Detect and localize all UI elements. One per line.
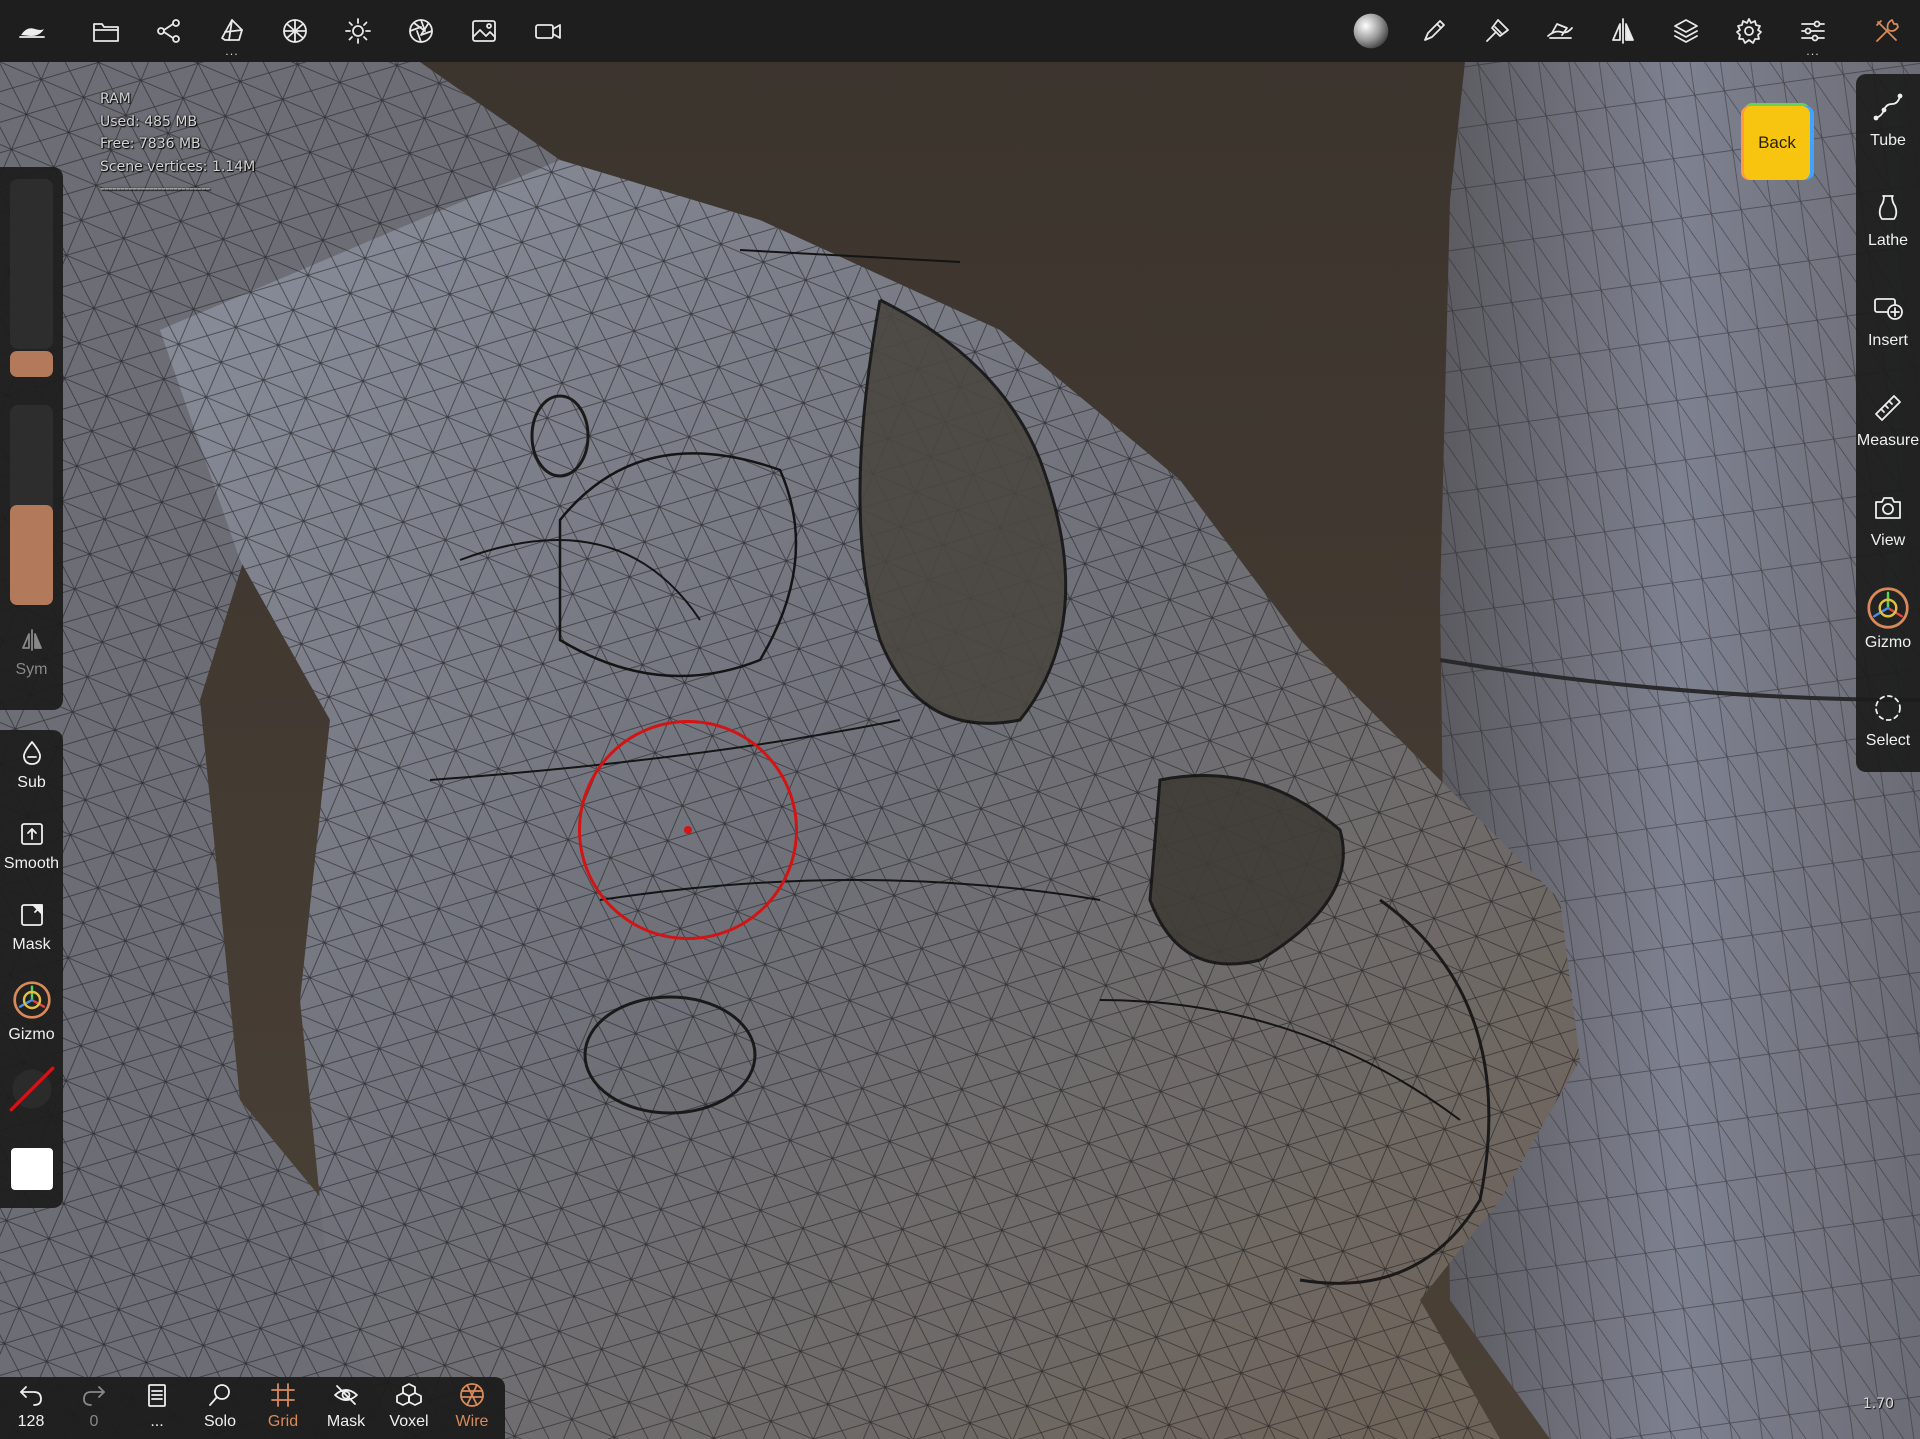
search-icon xyxy=(209,1384,230,1406)
radius-slider-handle[interactable] xyxy=(10,351,53,377)
zoom-readout: 1.70 xyxy=(1862,1396,1894,1412)
view-cube-label: Back xyxy=(1758,133,1796,152)
color-swatch-button[interactable] xyxy=(0,1140,63,1218)
wrench-tools-icon[interactable] xyxy=(1862,6,1912,56)
wire-button[interactable]: Wire xyxy=(441,1381,503,1439)
video-camera-icon[interactable] xyxy=(523,6,573,56)
scene-graph-icon[interactable] xyxy=(144,6,194,56)
mask-visibility-button[interactable]: Mask xyxy=(315,1381,377,1439)
tube-icon xyxy=(1873,93,1903,121)
insert-button[interactable]: Insert xyxy=(1856,274,1920,370)
view-label: View xyxy=(1870,532,1906,549)
ram-title: RAM xyxy=(100,91,131,107)
scene-vertices: Scene vertices: 1.14M xyxy=(100,158,256,175)
smooth-label: Smooth xyxy=(3,855,60,872)
voxel-button[interactable]: Voxel xyxy=(378,1381,440,1439)
camera-icon xyxy=(1875,497,1901,519)
matcap-sphere-icon[interactable] xyxy=(1346,6,1396,56)
top-toolbar: ... ... xyxy=(0,0,1920,62)
lathe-icon xyxy=(1878,195,1898,220)
3d-viewport[interactable] xyxy=(0,0,1920,1439)
more-label: ... xyxy=(150,1413,164,1430)
scene-stats-overlay: RAM Used: 485 MB Free: 7836 MB Scene ver… xyxy=(100,88,255,201)
gizmo-icon xyxy=(1867,587,1909,629)
folder-icon[interactable] xyxy=(81,6,131,56)
image-icon[interactable] xyxy=(459,6,509,56)
ram-free: Free: 7836 MB xyxy=(100,136,201,152)
undo-count: 128 xyxy=(17,1413,45,1430)
undo-button[interactable]: 128 xyxy=(0,1381,62,1439)
more-dots: ... xyxy=(1806,45,1820,58)
mask-visibility-label: Mask xyxy=(326,1413,366,1430)
solo-label: Solo xyxy=(203,1413,237,1430)
left-tool-panel: Sub Smooth Mask Gizmo xyxy=(0,730,63,1208)
gizmo-button[interactable]: Gizmo xyxy=(0,978,63,1056)
material-swatch-button[interactable] xyxy=(0,1066,63,1144)
tube-label: Tube xyxy=(1870,132,1906,149)
solo-button[interactable]: Solo xyxy=(189,1381,251,1439)
wireframe-sphere-icon xyxy=(460,1383,484,1407)
camera-aperture-icon[interactable] xyxy=(396,6,446,56)
measure-label: Measure xyxy=(1856,432,1920,449)
select-button[interactable]: Select xyxy=(1856,674,1920,770)
redo-icon xyxy=(83,1386,105,1406)
more-button[interactable]: ... xyxy=(126,1381,188,1439)
tool-stroke-icon[interactable] xyxy=(1535,6,1585,56)
layers-icon[interactable] xyxy=(1661,6,1711,56)
tube-button[interactable]: Tube xyxy=(1856,74,1920,170)
insert-label: Insert xyxy=(1867,332,1908,349)
light-sun-icon[interactable] xyxy=(333,6,383,56)
voxel-label: Voxel xyxy=(389,1413,429,1430)
right-tool-panel: Tube Lathe Insert Measure View Gizmo Sel… xyxy=(1856,74,1920,772)
logo-icon[interactable] xyxy=(7,6,57,56)
grid-button[interactable]: Grid xyxy=(252,1381,314,1439)
brush-center-dot xyxy=(684,826,692,834)
wireframe-sculpt-scene xyxy=(0,0,1920,1439)
ram-used: Used: 485 MB xyxy=(100,113,198,130)
view-button[interactable]: View xyxy=(1856,474,1920,570)
material-sphere-icon[interactable] xyxy=(270,6,320,56)
view-cube-back[interactable]: Back xyxy=(1744,106,1810,180)
sym-label: Sym xyxy=(15,661,48,678)
lathe-button[interactable]: Lathe xyxy=(1856,174,1920,270)
bottom-toolbar: 128 0 ... Solo Grid Mask Voxel Wire xyxy=(0,1377,505,1439)
eye-slash-icon xyxy=(334,1385,358,1405)
sub-label: Sub xyxy=(17,774,46,791)
color-swatch xyxy=(10,1148,53,1190)
grid-label: Grid xyxy=(267,1413,299,1430)
paint-icon[interactable] xyxy=(1472,6,1522,56)
voxel-cubes-icon xyxy=(396,1383,422,1406)
document-icon xyxy=(148,1384,166,1407)
mask-label: Mask xyxy=(12,936,51,953)
left-slider-panel: Sym xyxy=(0,167,63,710)
symmetry-icon[interactable] xyxy=(1598,6,1648,56)
gizmo-label: Gizmo xyxy=(8,1026,55,1043)
lathe-label: Lathe xyxy=(1867,232,1909,249)
sym-toggle-button[interactable]: Sym xyxy=(0,619,63,697)
ruler-icon xyxy=(1875,395,1901,421)
mask-button[interactable]: Mask xyxy=(0,894,63,972)
sliders-icon[interactable]: ... xyxy=(1788,6,1838,58)
redo-count: 0 xyxy=(89,1413,99,1430)
grid-icon xyxy=(271,1383,295,1407)
settings-gear-icon[interactable] xyxy=(1724,6,1774,56)
gizmo-tool-label: Gizmo xyxy=(1864,634,1912,651)
undo-icon xyxy=(20,1386,42,1406)
redo-button[interactable]: 0 xyxy=(63,1381,125,1439)
measure-button[interactable]: Measure xyxy=(1856,374,1920,470)
sub-button[interactable]: Sub xyxy=(0,732,63,810)
select-label: Select xyxy=(1865,732,1911,749)
gizmo-tool-button[interactable]: Gizmo xyxy=(1856,574,1920,670)
stats-separator: --------------------------- xyxy=(100,181,210,197)
background-icon[interactable]: ... xyxy=(207,6,257,58)
lasso-select-icon xyxy=(1875,695,1901,721)
brush-icon[interactable] xyxy=(1409,6,1459,56)
radius-slider[interactable] xyxy=(10,179,53,377)
smooth-button[interactable]: Smooth xyxy=(0,813,63,891)
wire-label: Wire xyxy=(455,1413,489,1430)
more-dots: ... xyxy=(225,45,239,58)
intensity-slider-fill[interactable] xyxy=(10,505,53,605)
intensity-slider[interactable] xyxy=(10,405,53,605)
insert-icon xyxy=(1874,298,1903,320)
